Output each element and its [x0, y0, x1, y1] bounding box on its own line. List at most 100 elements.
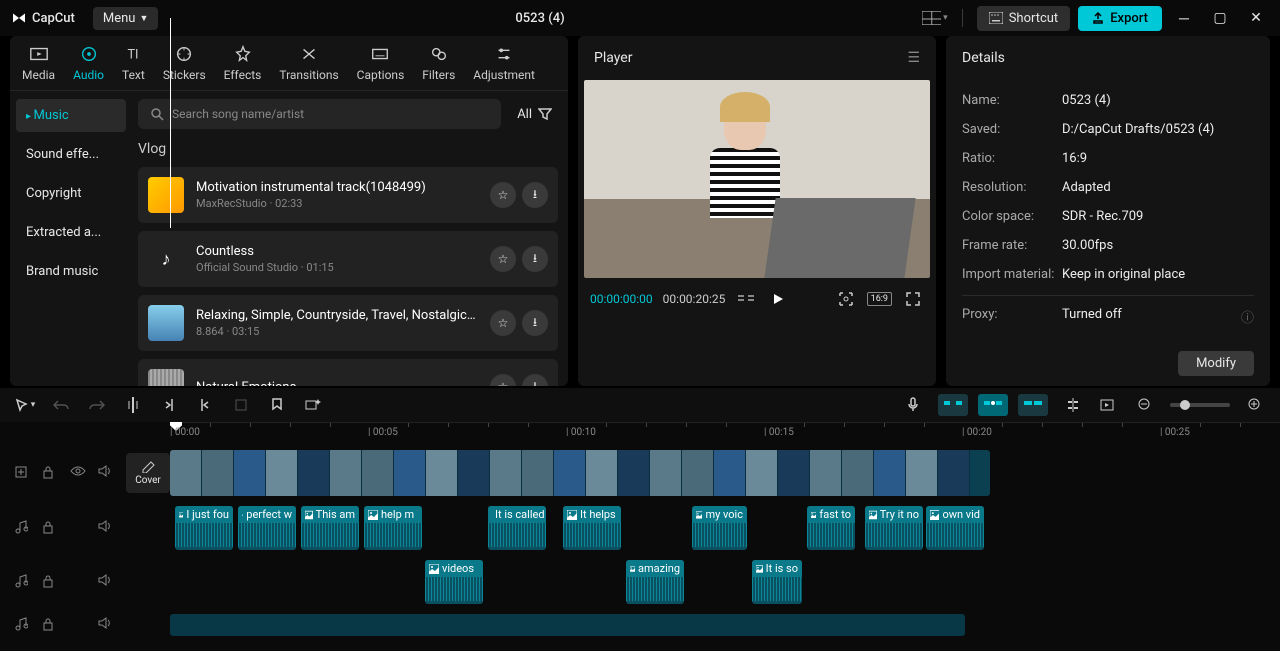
audio-clip[interactable]: amazing	[626, 560, 684, 604]
maximize-button[interactable]: ▢	[1206, 4, 1234, 32]
audio-clip[interactable]: videos	[425, 560, 483, 604]
timeline[interactable]: | 00:00| 00:05| 00:10| 00:15| 00:20| 00:…	[0, 422, 1280, 651]
audio-clip[interactable]	[170, 614, 965, 636]
track-eye-icon[interactable]	[70, 465, 86, 481]
tab-adjustment[interactable]: Adjustment	[473, 44, 535, 90]
trim-right-tool[interactable]	[194, 394, 216, 416]
marker-tool[interactable]	[266, 394, 288, 416]
mic-icon[interactable]	[902, 394, 924, 416]
undo-button[interactable]	[50, 394, 72, 416]
music-track[interactable]: Relaxing, Simple, Countryside, Travel, N…	[138, 295, 558, 351]
sidebar-item-2[interactable]: Copyright	[16, 177, 126, 210]
audio-clip[interactable]: It is so	[752, 560, 802, 604]
split-tool[interactable]	[122, 394, 144, 416]
audio-clip[interactable]: Try it no	[865, 506, 923, 550]
track-add-icon[interactable]	[14, 465, 30, 481]
download-button[interactable]: ⭳	[522, 246, 548, 272]
track-lock-icon[interactable]	[42, 574, 58, 590]
audio-clip[interactable]: It helps	[563, 506, 621, 550]
player-menu-icon[interactable]: ☰	[907, 50, 920, 66]
sidebar-item-1[interactable]: Sound effe...	[16, 138, 126, 171]
audio-track-icon[interactable]	[14, 574, 30, 590]
favorite-button[interactable]: ☆	[490, 374, 516, 386]
fullscreen-icon[interactable]	[902, 288, 924, 310]
aspect-ratio[interactable]: 16:9	[867, 292, 892, 306]
tab-text[interactable]: TIText	[122, 44, 145, 90]
search-input[interactable]: Search song name/artist	[138, 99, 501, 129]
download-button[interactable]: ⭳	[522, 374, 548, 386]
layout-icon[interactable]: ▾	[922, 8, 948, 28]
tab-effects[interactable]: Effects	[224, 44, 262, 90]
audio-track-icon[interactable]	[14, 520, 30, 536]
scan-icon[interactable]	[835, 288, 857, 310]
detail-value: SDR - Rec.709	[1062, 209, 1143, 224]
export-button[interactable]: Export	[1078, 6, 1162, 31]
image-icon	[242, 510, 243, 520]
chevron-down-icon: ▼	[139, 13, 148, 24]
image-icon	[930, 510, 939, 520]
detail-value: 16:9	[1062, 151, 1087, 166]
minimize-button[interactable]: ─	[1170, 4, 1198, 32]
audio-clip[interactable]: perfect w	[238, 506, 296, 550]
tab-media[interactable]: Media	[22, 44, 55, 90]
shortcut-button[interactable]: Shortcut	[977, 6, 1071, 31]
snap-mode-3[interactable]	[1018, 394, 1048, 416]
track-mute-icon[interactable]	[98, 520, 114, 536]
download-button[interactable]: ⭳	[522, 182, 548, 208]
audio-clip[interactable]: fast to	[807, 506, 855, 550]
tab-transitions[interactable]: Transitions	[279, 44, 338, 90]
track-lock-icon[interactable]	[42, 465, 58, 481]
capcut-icon	[10, 9, 28, 27]
tab-filters[interactable]: Filters	[422, 44, 455, 90]
audio-clip[interactable]: help m	[364, 506, 422, 550]
snap-mode-2[interactable]	[978, 394, 1008, 416]
play-button[interactable]	[767, 288, 789, 310]
zoom-slider[interactable]	[1170, 403, 1230, 407]
audio-clip[interactable]: I just fou	[175, 506, 233, 550]
track-mute-icon[interactable]	[98, 617, 114, 633]
track-mute-icon[interactable]	[98, 465, 114, 481]
audio-clip[interactable]: own vid	[926, 506, 984, 550]
modify-button[interactable]: Modify	[1178, 351, 1254, 376]
favorite-button[interactable]: ☆	[490, 246, 516, 272]
music-track[interactable]: Motivation instrumental track(1048499)Ma…	[138, 167, 558, 223]
audio-clip[interactable]: my voic	[692, 506, 747, 550]
preview-tool[interactable]	[1098, 394, 1120, 416]
pointer-tool[interactable]: ▾	[14, 394, 36, 416]
music-track[interactable]: Natural Emotions☆⭳	[138, 359, 558, 386]
menu-button[interactable]: Menu▼	[93, 7, 159, 30]
player-preview[interactable]	[584, 80, 930, 278]
video-clip[interactable]	[170, 450, 990, 496]
cover-button[interactable]: Cover	[126, 453, 170, 493]
music-track[interactable]: ♪CountlessOfficial Sound Studio · 01:15☆…	[138, 231, 558, 287]
sidebar-item-4[interactable]: Brand music	[16, 255, 126, 288]
audio-clip[interactable]: It is called	[488, 506, 546, 550]
filter-all[interactable]: All	[511, 107, 558, 122]
snap-mode-1[interactable]	[938, 394, 968, 416]
redo-button[interactable]	[86, 394, 108, 416]
track-lock-icon[interactable]	[42, 520, 58, 536]
compare-icon[interactable]	[735, 288, 757, 310]
zoom-in-icon[interactable]	[1244, 394, 1266, 416]
close-button[interactable]: ✕	[1242, 4, 1270, 32]
detail-value: 30.00fps	[1062, 238, 1113, 253]
track-mute-icon[interactable]	[98, 574, 114, 590]
favorite-button[interactable]: ☆	[490, 310, 516, 336]
ai-tool[interactable]	[302, 394, 324, 416]
tab-audio[interactable]: Audio	[73, 44, 104, 90]
favorite-button[interactable]: ☆	[490, 182, 516, 208]
sidebar-item-3[interactable]: Extracted a...	[16, 216, 126, 249]
detail-label: Saved:	[962, 122, 1062, 137]
search-icon	[150, 107, 164, 121]
align-tool[interactable]	[1062, 394, 1084, 416]
audio-clip[interactable]: This am	[301, 506, 359, 550]
trim-left-tool[interactable]	[158, 394, 180, 416]
zoom-out-icon[interactable]	[1134, 394, 1156, 416]
sidebar-item-0[interactable]: Music	[16, 99, 126, 132]
tab-captions[interactable]: Captions	[357, 44, 405, 90]
delete-tool[interactable]	[230, 394, 252, 416]
info-icon[interactable]: ⓘ	[1241, 307, 1254, 326]
audio-track-icon[interactable]	[14, 617, 30, 633]
track-lock-icon[interactable]	[42, 617, 58, 633]
download-button[interactable]: ⭳	[522, 310, 548, 336]
